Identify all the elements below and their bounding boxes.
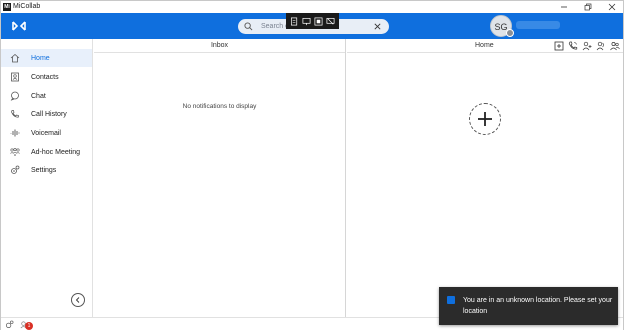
group-button[interactable]: [609, 40, 620, 51]
sidebar-item-label: Call History: [31, 111, 67, 118]
add-box-icon: [554, 41, 563, 50]
home-toolbar: [553, 40, 620, 51]
app-icon: Mi: [3, 3, 11, 11]
clear-search-icon[interactable]: [373, 22, 382, 31]
search-input[interactable]: Search c: [261, 22, 289, 31]
maximize-button[interactable]: [577, 1, 599, 13]
sidebar-item-home[interactable]: Home: [1, 49, 92, 67]
add-widget-button[interactable]: [469, 103, 501, 135]
inbox-title: Inbox: [94, 39, 345, 53]
share-window-icon: [314, 17, 323, 25]
close-window-button[interactable]: [601, 1, 623, 13]
sidebar-item-call-history[interactable]: Call History: [1, 105, 92, 123]
window-title: MiCollab: [13, 3, 41, 10]
sidebar-item-label: Chat: [31, 93, 46, 100]
status-button[interactable]: [595, 40, 606, 51]
toast-app-icon: [447, 296, 455, 304]
collapse-sidebar-button[interactable]: [71, 293, 85, 307]
share-window-button[interactable]: [314, 16, 324, 26]
sidebar: Home Contacts Chat Call History Voicemai…: [1, 39, 93, 317]
app-window: Mi MiCollab Search c SG Home Contacts Ch…: [0, 0, 624, 330]
sidebar-item-label: Contacts: [31, 74, 59, 81]
close-icon: [608, 3, 616, 11]
meeting-icon: [10, 147, 20, 156]
home-icon: [10, 53, 20, 63]
restore-icon: [584, 3, 592, 11]
home-panel: Home: [347, 39, 623, 317]
share-doc-icon: [290, 17, 297, 25]
voicemail-icon: [10, 129, 20, 137]
add-person-icon: [582, 41, 591, 50]
sidebar-item-ad-hoc-meeting[interactable]: Ad-hoc Meeting: [1, 143, 92, 161]
notification-badge: 1: [25, 322, 33, 330]
empty-notifications-message: No notifications to display: [182, 103, 257, 110]
sidebar-item-label: Ad-hoc Meeting: [31, 149, 81, 156]
micollab-logo-icon: [12, 21, 26, 31]
chat-icon: [10, 91, 19, 101]
plus-icon: [478, 112, 492, 126]
chevron-left-icon: [75, 297, 80, 303]
call-history-icon: [11, 110, 19, 118]
contacts-icon: [11, 72, 19, 82]
phone-icon: [568, 41, 577, 49]
share-screen-icon: [302, 17, 311, 25]
search-icon: [244, 22, 253, 31]
share-doc-button[interactable]: [289, 16, 299, 26]
share-screen-button[interactable]: [301, 16, 311, 26]
location-toast[interactable]: You are in an unknown location. Please s…: [439, 287, 618, 325]
sidebar-item-label: Home: [31, 55, 50, 62]
group-icon: [609, 41, 620, 50]
stop-share-button[interactable]: [326, 16, 336, 26]
sidebar-item-chat[interactable]: Chat: [1, 87, 92, 105]
add-widget-toolbar-button[interactable]: [553, 40, 564, 51]
sidebar-item-label: Settings: [31, 167, 57, 174]
call-button[interactable]: [567, 40, 578, 51]
title-bar: Mi MiCollab: [1, 1, 623, 13]
settings-status-icon[interactable]: [5, 320, 14, 329]
sidebar-item-label: Voicemail: [31, 130, 61, 137]
sidebar-item-settings[interactable]: Settings: [1, 161, 92, 179]
minimize-icon: [561, 6, 567, 8]
minimize-button[interactable]: [553, 1, 575, 13]
presence-status-indicator[interactable]: [506, 29, 514, 37]
top-header: Search c SG: [1, 13, 623, 39]
username-redacted: [516, 21, 560, 29]
screen-share-toolbar: [286, 13, 339, 29]
settings-icon: [11, 165, 20, 174]
sidebar-item-voicemail[interactable]: Voicemail: [1, 124, 92, 142]
toast-message: You are in an unknown location. Please s…: [463, 297, 613, 315]
inbox-panel: Inbox No notifications to display: [94, 39, 346, 317]
add-contact-button[interactable]: [581, 40, 592, 51]
stop-share-icon: [326, 17, 335, 24]
person-status-icon: [596, 41, 604, 50]
sidebar-item-contacts[interactable]: Contacts: [1, 68, 92, 86]
